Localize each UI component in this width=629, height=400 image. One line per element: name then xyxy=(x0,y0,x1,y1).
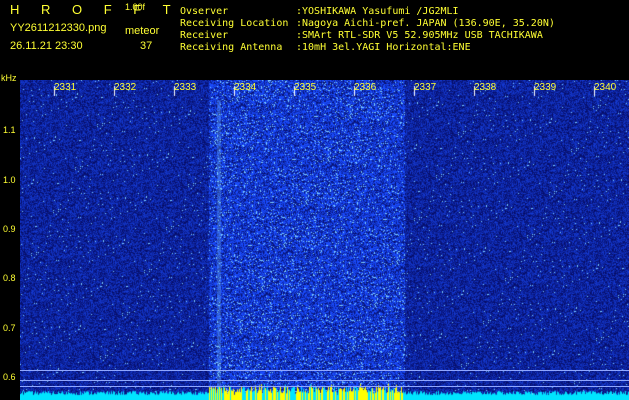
x-tick: 2334 xyxy=(234,82,257,93)
meteor-label: meteor xyxy=(125,25,160,37)
reference-line xyxy=(20,386,629,387)
x-tick: 2337 xyxy=(414,82,437,93)
x-tick: 2339 xyxy=(534,82,557,93)
meteor-count: 37 xyxy=(140,40,153,52)
x-tick: 2335 xyxy=(294,82,317,93)
spectrogram-screen: H R O F F T 1.00f YY2611212330.png meteo… xyxy=(0,0,629,400)
app-title: H R O F F T xyxy=(10,2,180,17)
x-tick: 2333 xyxy=(174,82,197,93)
y-tick: 1.0 xyxy=(3,175,16,185)
receiver-value: :SMArt RTL-SDR V5 52.905MHz USB TACHIKAW… xyxy=(296,30,543,41)
antenna-value: :10mH 3el.YAGI Horizontal:ENE xyxy=(296,42,471,53)
y-axis-unit: kHz xyxy=(1,73,17,83)
antenna-key: Receiving Antenna xyxy=(180,42,283,53)
file-name: YY2611212330.png xyxy=(10,22,107,34)
x-tick: 2332 xyxy=(114,82,137,93)
reference-line xyxy=(20,370,629,371)
spectrogram-canvas xyxy=(20,80,629,400)
app-version: 1.00f xyxy=(125,2,146,12)
y-tick: 0.6 xyxy=(3,372,16,382)
date-time: 26.11.21 23:30 xyxy=(10,40,83,52)
location-key: Receiving Location xyxy=(180,18,289,29)
y-tick: 0.8 xyxy=(3,273,16,283)
observer-key: Ovserver xyxy=(180,6,229,17)
y-tick: 1.1 xyxy=(3,125,16,135)
location-value: :Nagoya Aichi-pref. JAPAN (136.90E, 35.2… xyxy=(296,18,555,29)
x-tick: 2338 xyxy=(474,82,497,93)
x-tick: 2331 xyxy=(54,82,77,93)
x-tick: 2340 xyxy=(594,82,617,93)
x-tick: 2336 xyxy=(354,82,377,93)
receiver-key: Receiver xyxy=(180,30,229,41)
spectrogram-plot xyxy=(20,80,629,400)
y-tick: 0.7 xyxy=(3,323,16,333)
observer-value: :YOSHIKAWA Yasufumi /JG2MLI xyxy=(296,6,459,17)
reference-line xyxy=(20,380,629,381)
y-tick: 0.9 xyxy=(3,224,16,234)
